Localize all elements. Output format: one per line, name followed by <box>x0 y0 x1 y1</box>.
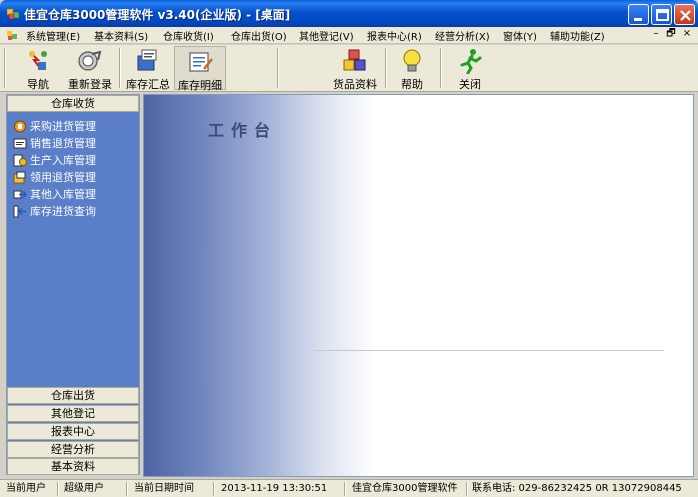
menu-window[interactable]: 窗体(Y) <box>503 28 537 43</box>
inventory-detail-label: 库存明细 <box>178 79 222 92</box>
running-man-icon <box>460 49 482 74</box>
status-separator <box>344 482 346 496</box>
menu-warehouse-ship[interactable]: 仓库出货(O) <box>231 28 287 43</box>
production-icon <box>13 154 27 166</box>
toolbar-separator <box>440 48 442 88</box>
help-label: 帮助 <box>401 78 423 91</box>
sales-return-icon <box>13 138 27 148</box>
status-user-label: 当前用户 <box>6 483 46 494</box>
menu-warehouse-receive[interactable]: 仓库收货(I) <box>163 28 214 43</box>
close-icon <box>680 10 691 21</box>
sidebar-item-label: 销售退货管理 <box>30 137 96 150</box>
purchase-icon <box>14 120 26 132</box>
menu-report-center[interactable]: 报表中心(R) <box>367 28 422 43</box>
relogin-label: 重新登录 <box>68 78 112 91</box>
sidebar-group-other-register[interactable]: 其他登记 <box>7 405 139 422</box>
sidebar-item-inventory-query[interactable]: 库存进货查询 <box>13 203 96 219</box>
sidebar-item-other-inbound[interactable]: 其他入库管理 <box>13 186 96 202</box>
status-bar: 当前用户 超级用户 当前日期时间 2013-11-19 13:30:51 佳宜仓… <box>0 479 698 497</box>
navigation-label: 导航 <box>27 78 49 91</box>
status-separator <box>466 482 468 496</box>
sidebar-item-label: 采购进货管理 <box>30 120 96 133</box>
sidebar-item-sales-return[interactable]: 销售退货管理 <box>13 135 96 151</box>
menu-bar: 系统管理(E) 基本资料(S) 仓库收货(I) 仓库出货(O) 其他登记(V) … <box>0 27 698 44</box>
sidebar: 仓库收货 采购进货管理 销售退货管理 生产入库管理 领用退货管理 其他入库管理 … <box>6 94 140 475</box>
status-product: 佳宜仓库3000管理软件 <box>352 483 458 494</box>
workspace-title: 工作台 <box>208 121 278 140</box>
other-inbound-icon <box>13 190 27 198</box>
status-separator <box>213 482 215 496</box>
status-contact: 联系电话: 029-86232425 0R 13072908445 <box>472 483 682 494</box>
sidebar-item-production[interactable]: 生产入库管理 <box>13 152 96 168</box>
lightbulb-icon <box>403 49 421 72</box>
sidebar-item-purchase[interactable]: 采购进货管理 <box>13 118 96 134</box>
title-bar[interactable]: 佳宜仓库3000管理软件 v3.40(企业版) - [桌面] <box>0 0 698 27</box>
menu-system[interactable]: 系统管理(E) <box>26 28 80 43</box>
close-button[interactable] <box>674 4 695 25</box>
toolbar-separator <box>385 48 387 88</box>
sidebar-group-warehouse-receive[interactable]: 仓库收货 <box>7 95 139 112</box>
help-button[interactable]: 帮助 <box>390 46 434 91</box>
menu-other-register[interactable]: 其他登记(V) <box>299 28 354 43</box>
relogin-icon <box>78 50 102 71</box>
navigation-icon <box>29 51 47 70</box>
inventory-detail-button[interactable]: 库存明细 <box>174 46 226 92</box>
goods-info-icon <box>343 49 366 71</box>
app-logo-icon <box>7 31 17 40</box>
workspace: 工作台 <box>143 94 694 477</box>
sidebar-item-requisition-return[interactable]: 领用退货管理 <box>13 169 96 185</box>
requisition-return-icon <box>13 171 26 183</box>
sidebar-group-warehouse-ship[interactable]: 仓库出货 <box>7 387 139 404</box>
query-icon <box>13 205 26 217</box>
navigation-button[interactable]: 导航 <box>16 46 60 91</box>
sidebar-item-label: 领用退货管理 <box>30 171 96 184</box>
menu-business-analysis[interactable]: 经营分析(X) <box>435 28 490 43</box>
exit-label: 关闭 <box>459 78 481 91</box>
minimize-button[interactable] <box>628 4 649 25</box>
mdi-minimize-button[interactable]: – <box>650 29 662 41</box>
relogin-button[interactable]: 重新登录 <box>64 46 116 91</box>
sidebar-item-label: 库存进货查询 <box>30 205 96 218</box>
app-icon <box>6 8 20 20</box>
sidebar-item-label: 生产入库管理 <box>30 154 96 167</box>
menu-basic-data[interactable]: 基本资料(S) <box>94 28 148 43</box>
goods-info-label: 货品资料 <box>333 78 377 91</box>
window-title: 佳宜仓库3000管理软件 v3.40(企业版) - [桌面] <box>24 8 291 22</box>
sidebar-group-basic-data[interactable]: 基本资料 <box>7 458 139 475</box>
status-separator <box>57 482 59 496</box>
mdi-close-button[interactable]: × <box>681 29 693 41</box>
sidebar-group-business-analysis[interactable]: 经营分析 <box>7 441 139 458</box>
maximize-icon <box>656 9 669 21</box>
status-separator <box>126 482 128 496</box>
inventory-summary-icon <box>137 49 157 71</box>
inventory-summary-button[interactable]: 库存汇总 <box>123 46 173 91</box>
inventory-summary-label: 库存汇总 <box>126 78 170 91</box>
toolbar-separator <box>119 48 121 88</box>
inventory-detail-icon <box>189 52 213 72</box>
exit-button[interactable]: 关闭 <box>448 46 492 91</box>
mdi-restore-button[interactable]: 🗗 <box>665 29 677 41</box>
sidebar-item-label: 其他入库管理 <box>30 188 96 201</box>
status-datetime-label: 当前日期时间 <box>134 483 194 494</box>
toolbar-separator <box>277 48 279 88</box>
status-user-value: 超级用户 <box>64 483 104 494</box>
menu-auxiliary[interactable]: 辅助功能(Z) <box>550 28 605 43</box>
toolbar: 导航 重新登录 库存汇总 库存明细 货品资料 帮助 关闭 <box>0 45 698 92</box>
minimize-icon <box>634 18 642 21</box>
goods-info-button[interactable]: 货品资料 <box>328 46 382 91</box>
maximize-button[interactable] <box>651 4 672 25</box>
sidebar-group-report-center[interactable]: 报表中心 <box>7 423 139 440</box>
status-datetime-value: 2013-11-19 13:30:51 <box>221 483 328 494</box>
workspace-divider <box>314 350 664 351</box>
toolbar-grip <box>4 48 6 88</box>
